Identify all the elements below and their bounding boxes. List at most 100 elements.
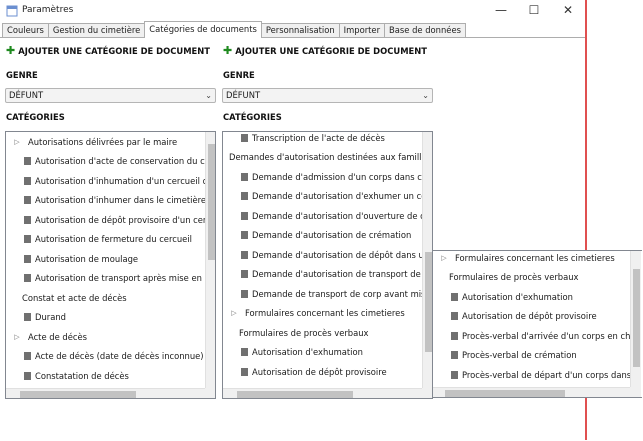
tree-item[interactable]: Demande d'autorisation de crémation bbox=[223, 226, 422, 245]
tree-item-label: Procès-verbal de départ d'un corps dans … bbox=[462, 369, 630, 380]
tab-categories-documents[interactable]: Catégories de documents bbox=[144, 21, 262, 38]
tree-item[interactable]: ▷ Acte de décès bbox=[6, 327, 205, 346]
scrollbar-thumb[interactable] bbox=[208, 144, 215, 260]
vertical-scrollbar[interactable] bbox=[630, 251, 641, 387]
tree-item-label: Procès-verbal de crémation bbox=[462, 350, 577, 360]
expand-arrow-icon[interactable]: ▷ bbox=[12, 333, 22, 341]
document-icon bbox=[24, 196, 31, 204]
tree-item[interactable]: Demande de transport de corp avant mise … bbox=[223, 284, 422, 303]
tree-item[interactable]: Autorisation d'acte de conservation du c… bbox=[6, 152, 205, 171]
maximize-button[interactable]: ☐ bbox=[517, 0, 551, 20]
horizontal-scrollbar[interactable] bbox=[223, 388, 422, 398]
tree-item[interactable]: Autorisation de dépôt provisoire bbox=[433, 307, 630, 326]
tree-item-label: Constatation de décès bbox=[35, 370, 129, 381]
tree-item[interactable]: Autorisation de moulage bbox=[6, 249, 205, 268]
categories-label: CATÉGORIES bbox=[223, 112, 282, 122]
tree-item[interactable]: Demandes d'autorisation destinées aux fa… bbox=[223, 148, 422, 167]
tree-item[interactable]: Autorisation de transport après mise en … bbox=[6, 269, 205, 288]
tree-item[interactable]: Transcription de l'acte de décès bbox=[223, 132, 422, 147]
tab-base-de-donnees[interactable]: Base de données bbox=[384, 23, 466, 38]
tree-item[interactable]: Autorisation de fermeture du cercueil bbox=[6, 230, 205, 249]
tree-item-label: Transcription de l'acte de décès bbox=[252, 132, 385, 143]
tree-item[interactable]: Constatation de décès bbox=[6, 366, 205, 385]
tree-item[interactable]: Autorisation de dépôt provisoire bbox=[223, 362, 422, 381]
expand-arrow-icon[interactable]: ▷ bbox=[439, 254, 449, 262]
tree-item[interactable]: Autorisation d'inhumer dans le cimetière… bbox=[6, 191, 205, 210]
document-icon bbox=[241, 192, 248, 200]
genre-label: GENRE bbox=[223, 70, 255, 80]
plus-icon: ✚ bbox=[223, 44, 233, 57]
tree-item[interactable]: Demande d'admission d'un corps dans cham… bbox=[223, 167, 422, 186]
genre-select[interactable]: DÉFUNT ⌄ bbox=[5, 88, 216, 103]
app-icon bbox=[6, 5, 18, 17]
tree-item-label: Demandes d'autorisation destinées aux fa… bbox=[229, 152, 422, 162]
tree-item[interactable]: Demande d'autorisation d'ouverture de co… bbox=[223, 206, 422, 225]
tree-item[interactable]: ▷ Formulaires concernant les cimetieres bbox=[223, 304, 422, 323]
tree-item-label: Durand bbox=[35, 312, 66, 322]
tree-item[interactable]: Autorisation de dépôt provisoire d'un ce… bbox=[6, 210, 205, 229]
tree-item[interactable]: ▷ Autorisations délivrées par le maire bbox=[6, 132, 205, 151]
scrollbar-thumb[interactable] bbox=[633, 269, 640, 367]
tree-item-label: Demande d'autorisation d'ouverture de co… bbox=[252, 210, 422, 221]
tree-item[interactable]: Acte de décès (date de décès inconnue) bbox=[6, 347, 205, 366]
tree-item[interactable]: Procès-verbal d'arrivée d'un corps en ch… bbox=[433, 326, 630, 345]
tree-item-label: Acte de décès bbox=[28, 331, 88, 342]
tree-item[interactable]: Autorisation d'exhumation bbox=[433, 287, 630, 306]
add-category-button[interactable]: ✚ AJOUTER UNE CATÉGORIE DE DOCUMENT bbox=[223, 44, 427, 57]
scrollbar-thumb[interactable] bbox=[445, 390, 565, 397]
tree-item-label: Demande d'autorisation de transport de c… bbox=[252, 269, 422, 279]
close-button[interactable]: ✕ bbox=[551, 0, 585, 20]
genre-value: DÉFUNT bbox=[226, 90, 261, 100]
tree-item[interactable]: Demande d'autorisation de transport de c… bbox=[223, 265, 422, 284]
expand-arrow-icon[interactable]: ▷ bbox=[12, 138, 22, 146]
tree-item[interactable]: Procès-verbal de départ d'un corps dans … bbox=[433, 365, 630, 384]
tab-personnalisation[interactable]: Personnalisation bbox=[260, 23, 340, 38]
tree-item[interactable]: Durand bbox=[6, 308, 205, 327]
document-icon bbox=[241, 231, 248, 239]
tree-item[interactable]: Formulaires de procès verbaux bbox=[223, 323, 422, 342]
horizontal-scrollbar[interactable] bbox=[433, 387, 630, 397]
scrollbar-thumb[interactable] bbox=[237, 391, 353, 398]
document-icon bbox=[241, 289, 248, 298]
minimize-button[interactable]: — bbox=[484, 0, 518, 20]
scrollbar-thumb[interactable] bbox=[20, 391, 136, 398]
expand-arrow-icon[interactable]: ▷ bbox=[229, 309, 239, 317]
vertical-scrollbar[interactable] bbox=[205, 132, 215, 388]
tab-importer[interactable]: Importer bbox=[338, 23, 386, 38]
tree-item[interactable]: Constat et acte de décès bbox=[6, 288, 205, 307]
add-category-button[interactable]: ✚ AJOUTER UNE CATÉGORIE DE DOCUMENT bbox=[6, 44, 210, 57]
categories-tree-overlay[interactable]: ▷ Formulaires concernant les cimetieres Fo… bbox=[432, 250, 642, 398]
chevron-down-icon: ⌄ bbox=[205, 91, 212, 100]
categories-tree[interactable]: Transcription de l'acte de décès Demandes… bbox=[222, 131, 433, 399]
tree-item[interactable]: Demande d'autorisation de dépôt dans un … bbox=[223, 245, 422, 264]
tab-couleurs[interactable]: Couleurs bbox=[2, 23, 49, 38]
tree-item[interactable]: ▷ Formulaires concernant les cimetieres bbox=[433, 251, 630, 267]
tree-item-label: Autorisation de dépôt provisoire bbox=[252, 366, 387, 377]
maximize-icon: ☐ bbox=[528, 3, 540, 17]
tree-item[interactable]: Formulaires de procès verbaux bbox=[433, 268, 630, 287]
tree-item-label: Demande d'autorisation de crémation bbox=[252, 230, 412, 240]
document-icon bbox=[241, 348, 248, 356]
document-icon bbox=[451, 351, 458, 359]
horizontal-scrollbar[interactable] bbox=[6, 388, 205, 398]
tree-item[interactable]: Demande d'autorisation d'exhumer un corp… bbox=[223, 187, 422, 206]
genre-select[interactable]: DÉFUNT ⌄ bbox=[222, 88, 433, 103]
tree-item[interactable]: Autorisation d'inhumation d'un cercueil … bbox=[6, 171, 205, 190]
tab-gestion-cimetiere[interactable]: Gestion du cimetière bbox=[47, 23, 146, 38]
tree-item-label: Formulaires de procès verbaux bbox=[449, 272, 579, 282]
document-icon bbox=[451, 312, 458, 320]
document-icon bbox=[241, 367, 248, 376]
tree-item-label: Autorisations délivrées par le maire bbox=[28, 136, 178, 147]
add-category-label: AJOUTER UNE CATÉGORIE DE DOCUMENT bbox=[18, 45, 210, 56]
plus-icon: ✚ bbox=[6, 44, 16, 57]
tree-item-label: Autorisation de transport après mise en … bbox=[35, 273, 205, 283]
categories-tree[interactable]: ▷ Autorisations délivrées par le maire Aut… bbox=[5, 131, 216, 399]
tree-item-label: Demande de transport de corp avant mise … bbox=[252, 288, 422, 299]
tree-item-label: Acte de décès (date de décès inconnue) bbox=[35, 351, 204, 361]
tree-item[interactable]: Procès-verbal de crémation bbox=[433, 346, 630, 365]
document-icon bbox=[241, 250, 248, 259]
tab-content: ✚ AJOUTER UNE CATÉGORIE DE DOCUMENT GENR… bbox=[0, 37, 642, 441]
genre-value: DÉFUNT bbox=[9, 90, 44, 100]
scrollbar-thumb[interactable] bbox=[425, 252, 432, 352]
tree-item[interactable]: Autorisation d'exhumation bbox=[223, 343, 422, 362]
